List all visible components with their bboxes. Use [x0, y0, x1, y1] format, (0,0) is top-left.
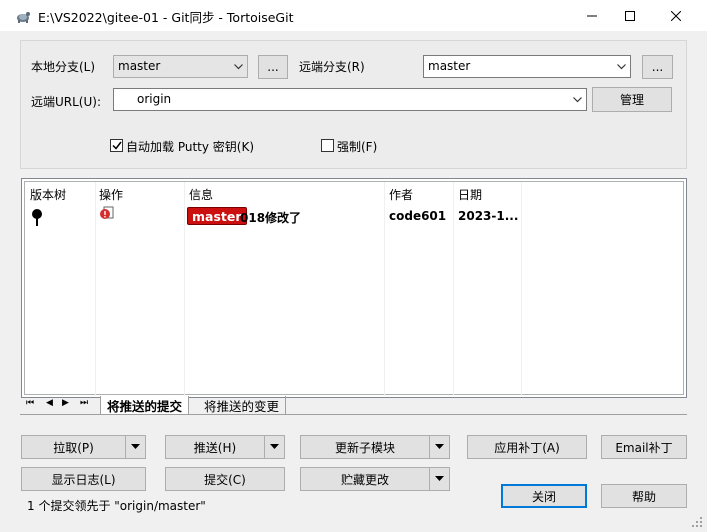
remote-branch-label: 远端分支(R): [299, 60, 365, 74]
column-header-author[interactable]: 作者: [389, 186, 413, 203]
local-branch-more-button[interactable]: ...: [258, 55, 288, 79]
pull-button[interactable]: 拉取(P): [22, 436, 125, 458]
pull-split-button[interactable]: 拉取(P): [21, 435, 146, 459]
chevron-down-icon: [234, 56, 243, 77]
commit-message: 018修改了: [240, 211, 302, 225]
help-button[interactable]: 帮助: [601, 484, 687, 508]
update-submodules-button[interactable]: 更新子模块: [301, 436, 429, 458]
stash-button[interactable]: 贮藏更改: [301, 468, 429, 490]
checkmark-icon: [111, 141, 122, 150]
tab-commits-to-push[interactable]: 将推送的提交: [100, 396, 190, 415]
tortoisegit-app-icon[interactable]: [15, 8, 31, 24]
show-log-button[interactable]: 显示日志(L): [21, 467, 146, 491]
update-submodules-split-button[interactable]: 更新子模块: [300, 435, 450, 459]
column-header-action[interactable]: 操作: [99, 186, 123, 203]
tab-nav-next-icon[interactable]: ▶: [62, 398, 69, 408]
push-action-icon: [99, 206, 115, 225]
title-bar: E:\VS2022\gitee-01 - Git同步 - TortoiseGit: [0, 0, 707, 31]
commit-author: code601: [389, 209, 447, 223]
close-icon: [671, 10, 681, 21]
remote-url-combo[interactable]: origin: [113, 88, 587, 111]
tab-strip: ⏮ ◀ ▶ ⏭ 将推送的提交 将推送的变更: [20, 396, 687, 416]
remote-url-value: origin: [137, 92, 172, 106]
remote-url-label: 远端URL(U):: [31, 95, 101, 109]
chevron-down-icon[interactable]: [125, 436, 145, 458]
local-branch-value: master: [118, 59, 161, 73]
force-push-checkbox[interactable]: [321, 139, 334, 152]
autoload-putty-label[interactable]: 自动加载 Putty 密钥(K): [126, 138, 254, 155]
window-title: E:\VS2022\gitee-01 - Git同步 - TortoiseGit: [38, 10, 294, 25]
force-push-label[interactable]: 强制(F): [337, 138, 377, 155]
remote-branch-value: master: [428, 59, 471, 73]
column-header-date[interactable]: 日期: [458, 186, 482, 203]
column-header-graph[interactable]: 版本树: [30, 186, 66, 203]
push-button[interactable]: 推送(H): [166, 436, 264, 458]
chevron-down-icon[interactable]: [429, 468, 449, 490]
minimize-icon: [587, 15, 597, 16]
graph-node-icon: [31, 209, 43, 230]
stash-split-button[interactable]: 贮藏更改: [300, 467, 450, 491]
tab-nav-prev-icon[interactable]: ◀: [46, 398, 53, 408]
branch-tag-badge: master: [187, 207, 247, 225]
chevron-down-icon: [573, 89, 582, 110]
close-button[interactable]: 关闭: [501, 484, 587, 508]
chevron-down-icon[interactable]: [429, 436, 449, 458]
apply-patch-button[interactable]: 应用补丁(A): [467, 435, 587, 459]
maximize-icon: [625, 10, 635, 21]
commit-button[interactable]: 提交(C): [165, 467, 285, 491]
tab-changes-to-push[interactable]: 将推送的变更: [198, 396, 287, 415]
tab-nav-last-icon[interactable]: ⏭: [80, 398, 88, 408]
close-window-button[interactable]: [653, 0, 699, 31]
remote-branch-combo[interactable]: master: [423, 55, 631, 78]
remote-branch-more-button[interactable]: ...: [642, 55, 673, 79]
push-split-button[interactable]: 推送(H): [165, 435, 285, 459]
local-branch-label: 本地分支(L): [31, 60, 96, 74]
resize-grip-icon[interactable]: [690, 515, 704, 532]
table-row[interactable]: master 018修改了 code601 2023-1...: [25, 206, 683, 226]
local-branch-combo[interactable]: master: [113, 55, 248, 78]
maximize-button[interactable]: [607, 0, 653, 31]
commit-list-inner: 版本树 操作 信息 作者 日期 master 018修改了 code601 20…: [24, 181, 684, 396]
status-text: 1 个提交领先于 "origin/master": [27, 499, 206, 513]
tab-nav-first-icon[interactable]: ⏮: [26, 398, 34, 408]
email-patch-button[interactable]: Email补丁: [601, 435, 687, 459]
chevron-down-icon[interactable]: [264, 436, 284, 458]
manage-remotes-button[interactable]: 管理: [592, 87, 672, 112]
autoload-putty-checkbox[interactable]: [110, 139, 123, 152]
chevron-down-icon: [617, 56, 626, 77]
commit-list[interactable]: 版本树 操作 信息 作者 日期 master 018修改了 code601 20…: [21, 178, 687, 398]
commit-date: 2023-1...: [458, 209, 519, 223]
column-header-message[interactable]: 信息: [189, 186, 213, 203]
